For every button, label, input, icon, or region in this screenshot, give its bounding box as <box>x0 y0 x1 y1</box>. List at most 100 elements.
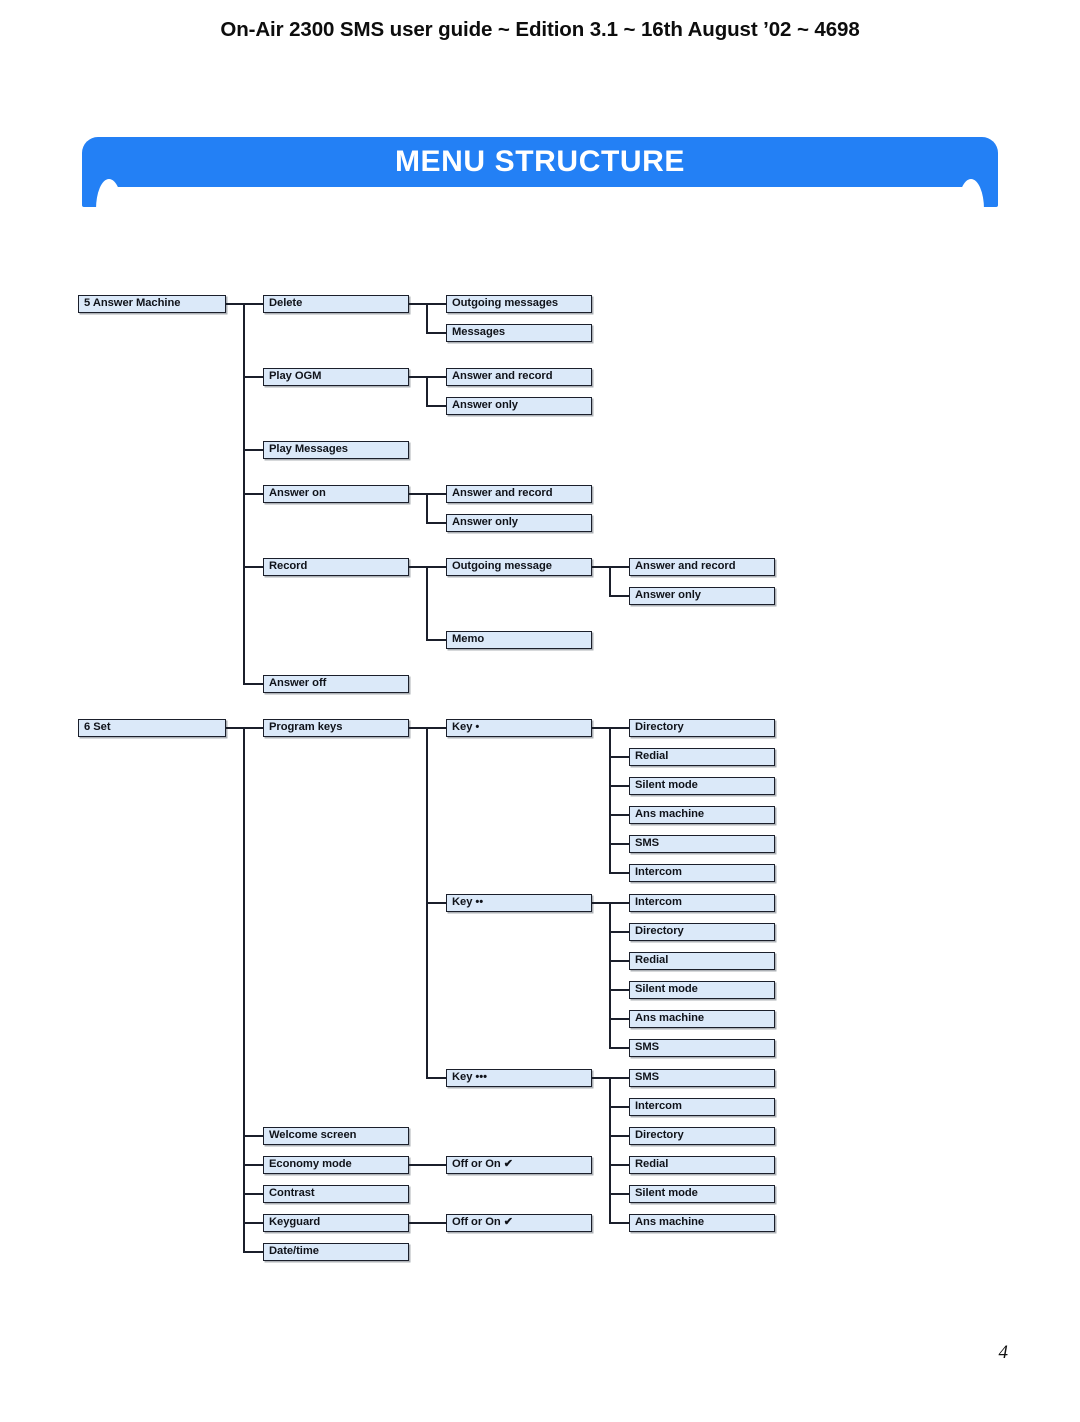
menu-node-silent-mode: Silent mode <box>629 1185 775 1203</box>
menu-node-answer-on: Answer on <box>263 485 409 503</box>
connector-6-set-branch-contrast <box>243 1193 263 1195</box>
connector-key-branch-sms <box>609 1077 629 1079</box>
connector-record-bus <box>426 566 428 641</box>
connector-program-keys-branch-key <box>426 1077 446 1079</box>
menu-node-6-set: 6 Set <box>78 719 226 737</box>
connector-answer-on-bus <box>426 493 428 524</box>
menu-node-key: Key •• <box>446 894 592 912</box>
connector-5-answer-machine-stub <box>226 303 243 305</box>
connector-6-set-bus <box>243 727 245 1253</box>
connector-key-branch-directory <box>609 931 629 933</box>
menu-node-outgoing-messages: Outgoing messages <box>446 295 592 313</box>
connector-6-set-stub <box>226 727 243 729</box>
connector-key-branch-ans-machine <box>609 1222 629 1224</box>
connector-outgoing-message-stub <box>592 566 609 568</box>
connector-delete-bus <box>426 303 428 334</box>
menu-node-keyguard: Keyguard <box>263 1214 409 1232</box>
connector-5-answer-machine-branch-answer-on <box>243 493 263 495</box>
connector-record-branch-memo <box>426 639 446 641</box>
menu-node-off-or-on: Off or On ✔ <box>446 1156 592 1174</box>
menu-node-ans-machine: Ans machine <box>629 1214 775 1232</box>
connector-key-branch-silent-mode <box>609 785 629 787</box>
menu-node-messages: Messages <box>446 324 592 342</box>
connector-play-ogm-bus <box>426 376 428 407</box>
menu-node-outgoing-message: Outgoing message <box>446 558 592 576</box>
connector-outgoing-message-branch-answer-and-record <box>609 566 629 568</box>
connector-record-branch-outgoing-message <box>426 566 446 568</box>
menu-node-contrast: Contrast <box>263 1185 409 1203</box>
menu-structure-diagram: 5 Answer Machine Delete Outgoing messages M… <box>0 0 1080 1422</box>
menu-node-intercom: Intercom <box>629 1098 775 1116</box>
connector-key-branch-ans-machine <box>609 1018 629 1020</box>
connector-program-keys-stub <box>409 727 426 729</box>
menu-node-program-keys: Program keys <box>263 719 409 737</box>
menu-node-ans-machine: Ans machine <box>629 1010 775 1028</box>
connector-key-branch-sms <box>609 843 629 845</box>
connector-key-branch-silent-mode <box>609 989 629 991</box>
menu-node-play-ogm: Play OGM <box>263 368 409 386</box>
connector-key-branch-redial <box>609 1164 629 1166</box>
connector-delete-stub <box>409 303 426 305</box>
menu-node-redial: Redial <box>629 952 775 970</box>
connector-6-set-branch-date-time <box>243 1251 263 1253</box>
connector-play-ogm-branch-answer-and-record <box>426 376 446 378</box>
connector-outgoing-message-branch-answer-only <box>609 595 629 597</box>
menu-node-answer-and-record: Answer and record <box>446 368 592 386</box>
menu-node-answer-only: Answer only <box>446 514 592 532</box>
menu-node-directory: Directory <box>629 1127 775 1145</box>
menu-node-memo: Memo <box>446 631 592 649</box>
connector-6-set-branch-economy-mode <box>243 1164 263 1166</box>
connector-5-answer-machine-branch-play-messages <box>243 449 263 451</box>
menu-node-redial: Redial <box>629 748 775 766</box>
connector-6-set-branch-program-keys <box>243 727 263 729</box>
connector-key-branch-directory <box>609 1135 629 1137</box>
menu-node-answer-off: Answer off <box>263 675 409 693</box>
connector-key-bus <box>609 1077 611 1224</box>
connector-key-branch-sms <box>609 1047 629 1049</box>
connector-5-answer-machine-branch-delete <box>243 303 263 305</box>
connector-economy-mode-branch-off-or-on <box>426 1164 446 1166</box>
menu-node-directory: Directory <box>629 719 775 737</box>
menu-node-answer-only: Answer only <box>446 397 592 415</box>
menu-node-answer-and-record: Answer and record <box>629 558 775 576</box>
connector-key-bus <box>609 727 611 874</box>
connector-answer-on-branch-answer-only <box>426 522 446 524</box>
menu-node-5-answer-machine: 5 Answer Machine <box>78 295 226 313</box>
menu-node-intercom: Intercom <box>629 894 775 912</box>
connector-program-keys-branch-key <box>426 902 446 904</box>
connector-key-branch-intercom <box>609 902 629 904</box>
connector-key-branch-intercom <box>609 1106 629 1108</box>
menu-node-economy-mode: Economy mode <box>263 1156 409 1174</box>
menu-node-delete: Delete <box>263 295 409 313</box>
menu-node-redial: Redial <box>629 1156 775 1174</box>
connector-key-branch-ans-machine <box>609 814 629 816</box>
menu-node-sms: SMS <box>629 1069 775 1087</box>
menu-node-intercom: Intercom <box>629 864 775 882</box>
connector-economy-mode-stub <box>409 1164 426 1166</box>
menu-node-play-messages: Play Messages <box>263 441 409 459</box>
connector-key-stub <box>592 902 609 904</box>
menu-node-welcome-screen: Welcome screen <box>263 1127 409 1145</box>
connector-6-set-branch-welcome-screen <box>243 1135 263 1137</box>
connector-delete-branch-messages <box>426 332 446 334</box>
connector-record-stub <box>409 566 426 568</box>
connector-key-branch-intercom <box>609 872 629 874</box>
connector-key-branch-directory <box>609 727 629 729</box>
menu-node-sms: SMS <box>629 1039 775 1057</box>
menu-node-silent-mode: Silent mode <box>629 777 775 795</box>
page-title: MENU STRUCTURE <box>394 145 686 178</box>
menu-node-off-or-on: Off or On ✔ <box>446 1214 592 1232</box>
connector-keyguard-branch-off-or-on <box>426 1222 446 1224</box>
connector-program-keys-branch-key <box>426 727 446 729</box>
menu-node-key: Key ••• <box>446 1069 592 1087</box>
connector-5-answer-machine-branch-play-ogm <box>243 376 263 378</box>
connector-outgoing-message-bus <box>609 566 611 597</box>
menu-node-answer-only: Answer only <box>629 587 775 605</box>
connector-5-answer-machine-branch-record <box>243 566 263 568</box>
connector-6-set-branch-keyguard <box>243 1222 263 1224</box>
menu-node-key: Key • <box>446 719 592 737</box>
menu-node-directory: Directory <box>629 923 775 941</box>
page-number: 4 <box>998 1342 1009 1363</box>
connector-5-answer-machine-branch-answer-off <box>243 683 263 685</box>
connector-play-ogm-branch-answer-only <box>426 405 446 407</box>
